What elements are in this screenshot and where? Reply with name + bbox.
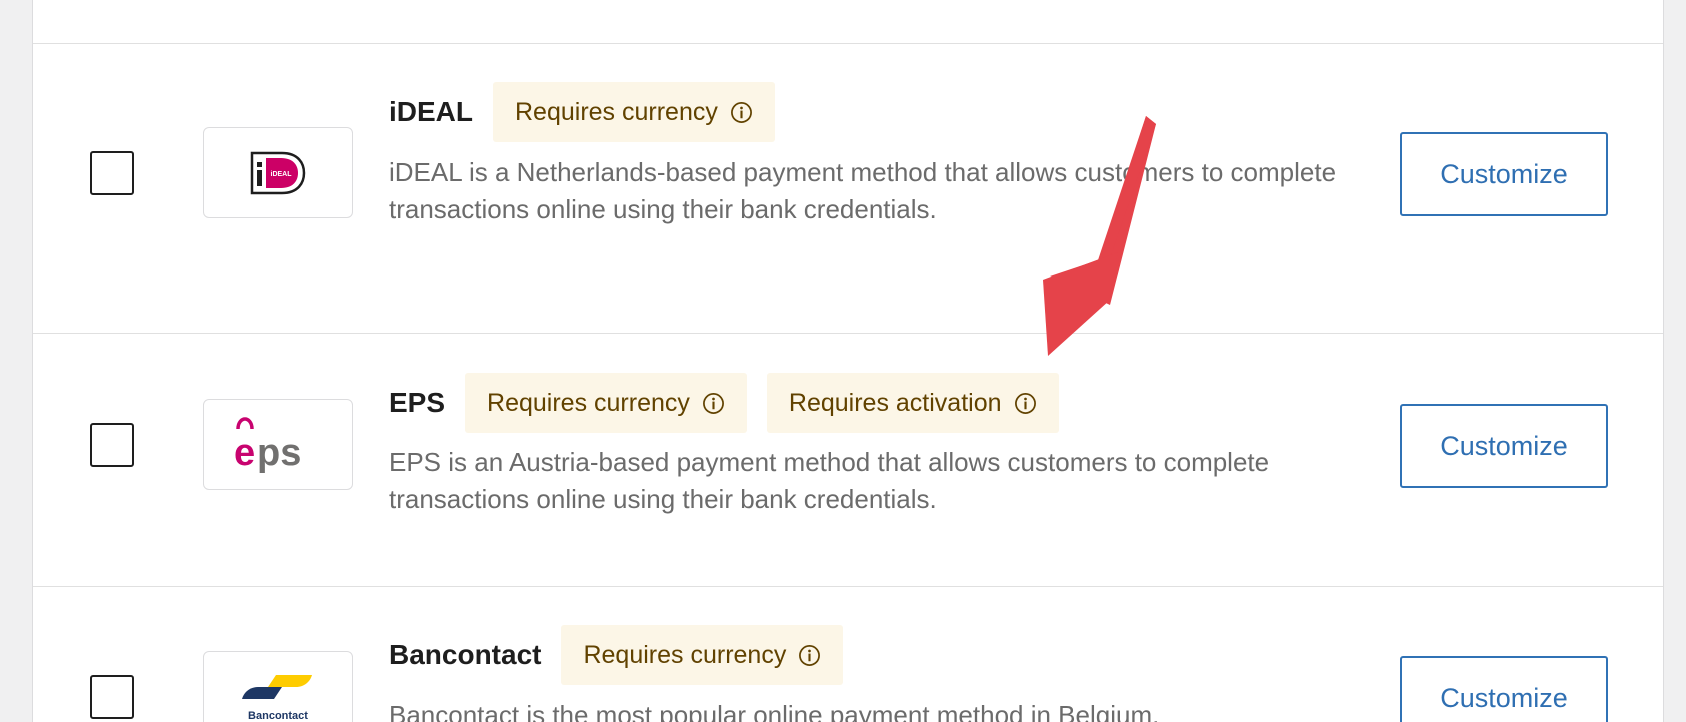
eps-requires-activation-badge[interactable]: Requires activation	[766, 373, 1059, 433]
eps-requires-currency-badge[interactable]: Requires currency	[465, 373, 747, 433]
badge-label: Requires currency	[487, 388, 690, 417]
info-circle-icon[interactable]	[730, 101, 753, 124]
payment-methods-list: iDEAL iDEAL Requires currency iDEAL is a…	[32, 0, 1664, 722]
eps-description: EPS is an Austria-based payment method t…	[389, 447, 1270, 514]
eps-title: EPS	[389, 387, 446, 418]
info-circle-icon[interactable]	[702, 392, 725, 415]
ideal-customize-button[interactable]: Customize	[1400, 132, 1608, 216]
bancontact-logo-text: Bancontact	[248, 710, 308, 722]
bancontact-requires-currency-badge[interactable]: Requires currency	[561, 625, 844, 685]
bancontact-checkbox[interactable]	[90, 675, 134, 719]
row-divider	[33, 333, 1663, 334]
info-circle-icon[interactable]	[1014, 392, 1037, 415]
row-divider	[33, 43, 1663, 44]
payment-methods-page: iDEAL iDEAL Requires currency iDEAL is a…	[0, 0, 1686, 722]
ideal-title: iDEAL	[389, 96, 473, 127]
ideal-logo-icon: iDEAL	[250, 151, 306, 194]
ideal-logo-text: iDEAL	[271, 171, 293, 178]
eps-logo-icon: e ps	[234, 416, 301, 474]
info-circle-icon[interactable]	[798, 644, 821, 667]
eps-header: EPS Requires currency Requires activatio…	[389, 373, 1079, 433]
bancontact-logo: Bancontact	[203, 651, 353, 722]
eps-logo-text-e: e	[234, 432, 255, 474]
ideal-requires-currency-badge[interactable]: Requires currency	[493, 82, 775, 142]
ideal-checkbox[interactable]	[90, 151, 134, 195]
eps-logo-text-ps: ps	[257, 432, 301, 474]
badge-label: Requires currency	[583, 640, 787, 669]
bancontact-header: Bancontact Requires currency	[389, 625, 863, 685]
ideal-description: iDEAL is a Netherlands-based payment met…	[389, 157, 1337, 224]
badge-label: Requires currency	[515, 97, 718, 126]
bancontact-customize-button[interactable]: Customize	[1400, 656, 1608, 722]
bancontact-logo-icon: Bancontact	[242, 675, 312, 722]
ideal-header: iDEAL Requires currency	[389, 82, 795, 142]
eps-customize-button[interactable]: Customize	[1400, 404, 1608, 488]
eps-checkbox[interactable]	[90, 423, 134, 467]
row-divider	[33, 586, 1663, 587]
bancontact-title: Bancontact	[389, 639, 542, 670]
bancontact-description: Bancontact is the most popular online pa…	[389, 700, 1160, 722]
ideal-logo: iDEAL	[203, 127, 353, 218]
eps-logo: e ps	[203, 399, 353, 490]
badge-label: Requires activation	[788, 388, 1002, 417]
